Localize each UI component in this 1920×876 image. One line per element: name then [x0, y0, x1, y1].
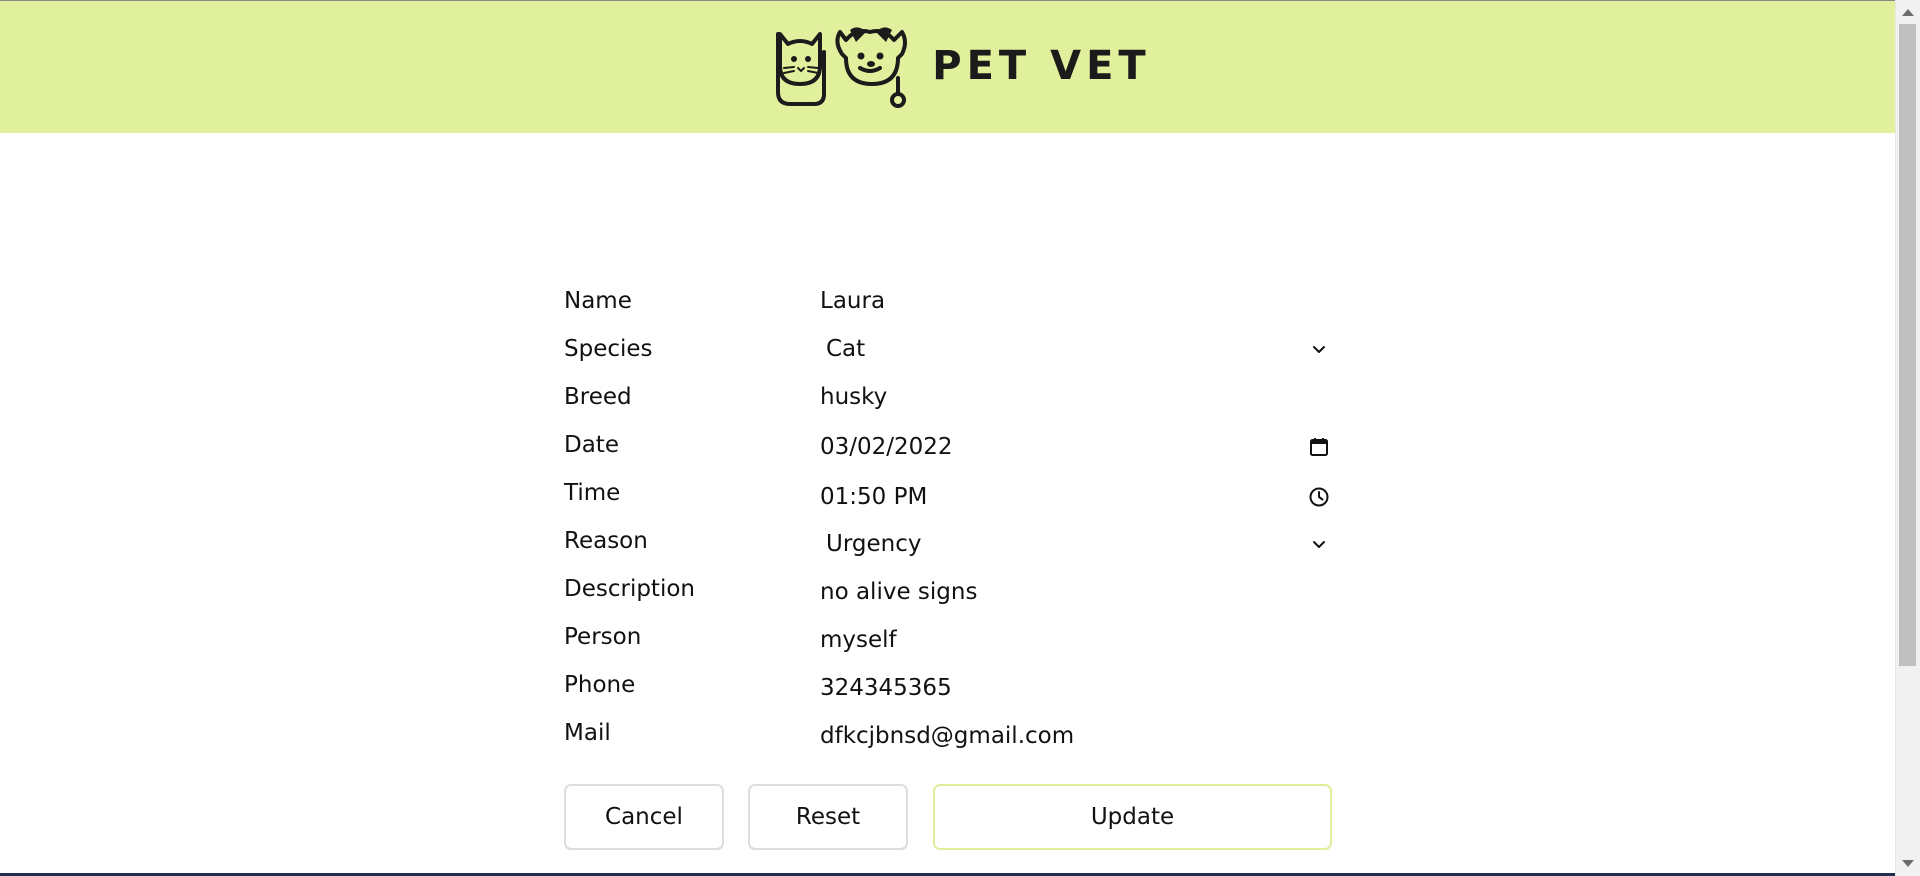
- scroll-down-arrow-icon[interactable]: [1902, 860, 1914, 867]
- date-value: 03/02/2022: [820, 434, 953, 460]
- time-field[interactable]: 01:50 PM: [820, 483, 1332, 511]
- name-label: Name: [564, 288, 632, 314]
- phone-field[interactable]: 324345365: [820, 674, 1332, 702]
- mail-field[interactable]: dfkcjbnsd@gmail.com: [820, 722, 1332, 750]
- logo[interactable]: PET VET: [774, 22, 1150, 108]
- name-field[interactable]: Laura: [820, 287, 1332, 315]
- scroll-up-arrow-icon[interactable]: [1902, 9, 1914, 16]
- vertical-scrollbar[interactable]: [1895, 0, 1920, 876]
- person-row: Person myself: [564, 614, 1332, 662]
- person-field[interactable]: myself: [820, 626, 1332, 654]
- clock-icon[interactable]: [1308, 486, 1330, 508]
- update-button[interactable]: Update: [933, 784, 1332, 850]
- phone-label: Phone: [564, 672, 636, 698]
- cancel-button[interactable]: Cancel: [564, 784, 724, 850]
- mail-row: Mail dfkcjbnsd@gmail.com: [564, 710, 1332, 758]
- time-row: Time 01:50 PM: [564, 470, 1332, 518]
- phone-row: Phone 324345365: [564, 662, 1332, 710]
- time-label: Time: [564, 480, 621, 506]
- calendar-icon[interactable]: [1308, 436, 1330, 458]
- reset-button[interactable]: Reset: [748, 784, 908, 850]
- breed-label: Breed: [564, 384, 632, 410]
- name-row: Name Laura: [564, 278, 1332, 326]
- breed-field[interactable]: husky: [820, 383, 1332, 411]
- reason-selected-value: Urgency: [826, 531, 922, 557]
- species-selected-value: Cat: [826, 336, 866, 362]
- cat-dog-stethoscope-logo-icon: [776, 27, 908, 108]
- chevron-down-icon: [1313, 346, 1325, 353]
- reason-row: Reason Urgency: [564, 518, 1332, 566]
- reason-select[interactable]: Urgency: [820, 530, 1332, 558]
- mail-label: Mail: [564, 720, 611, 746]
- viewport: PET VET Name Laura Species Cat Breed hus…: [0, 0, 1895, 874]
- species-select[interactable]: Cat: [820, 335, 1332, 363]
- scrollbar-thumb[interactable]: [1899, 24, 1916, 666]
- site-header: PET VET: [0, 1, 1895, 133]
- description-field[interactable]: no alive signs: [820, 578, 1332, 606]
- date-row: Date 03/02/2022: [564, 422, 1332, 470]
- description-label: Description: [564, 576, 695, 602]
- breed-row: Breed husky: [564, 374, 1332, 422]
- form-actions: Cancel Reset Update: [564, 784, 1332, 850]
- page: PET VET Name Laura Species Cat Breed hus…: [0, 0, 1920, 876]
- person-label: Person: [564, 624, 642, 650]
- description-row: Description no alive signs: [564, 566, 1332, 614]
- reason-label: Reason: [564, 528, 648, 554]
- appointment-form: Name Laura Species Cat Breed husky Date: [564, 278, 1332, 758]
- chevron-down-icon: [1313, 541, 1325, 548]
- date-label: Date: [564, 432, 619, 458]
- date-field[interactable]: 03/02/2022: [820, 433, 1332, 461]
- species-row: Species Cat: [564, 326, 1332, 374]
- time-value: 01:50 PM: [820, 484, 928, 510]
- logo-text: PET VET: [932, 43, 1151, 89]
- species-label: Species: [564, 336, 653, 362]
